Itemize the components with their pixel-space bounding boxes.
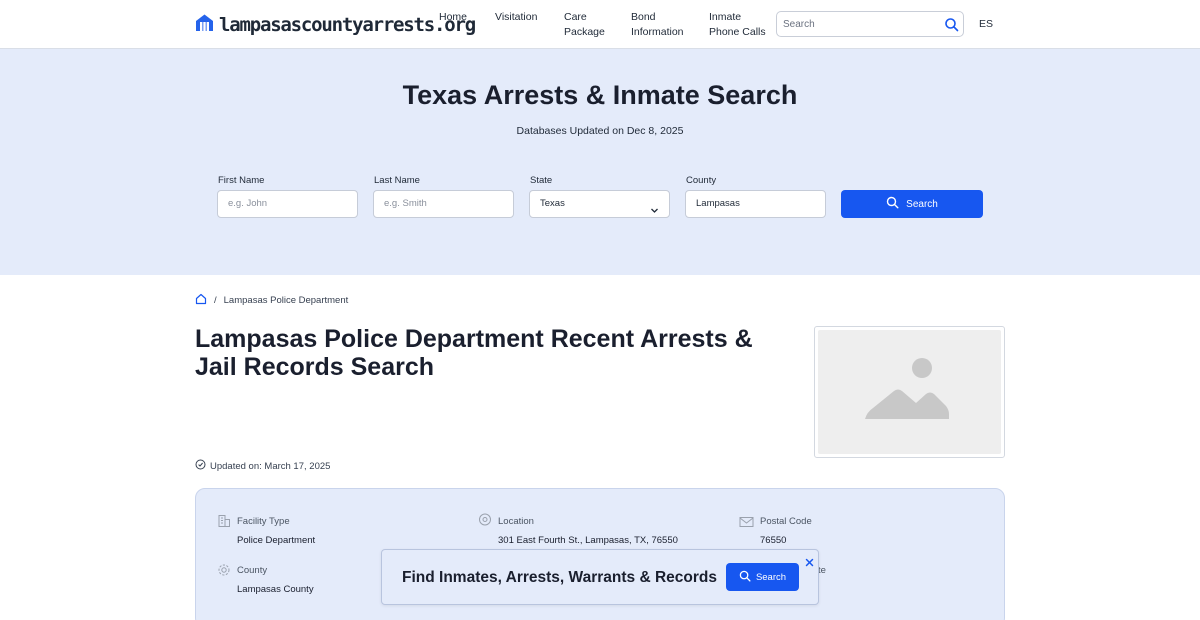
nav-phone-line2: Phone Calls (709, 25, 766, 38)
building-icon (217, 514, 231, 533)
breadcrumb-current: Lampasas Police Department (223, 295, 349, 306)
county-label: County (686, 175, 717, 186)
hero-subtitle: Databases Updated on Dec 8, 2025 (516, 125, 684, 137)
home-icon[interactable] (195, 293, 207, 308)
mail-icon (739, 515, 754, 533)
header-search (776, 11, 964, 37)
banner-search-button-label: Search (755, 571, 787, 583)
page-title: Lampasas Police Department Recent Arrest… (195, 325, 753, 381)
logo-text: lampasascountyarrests.org (219, 14, 476, 36)
nav-home[interactable]: Home (439, 10, 467, 25)
search-icon (886, 196, 899, 212)
nav-visitation-label: Visitation (495, 11, 538, 23)
county-info-label: County (237, 565, 268, 576)
facility-type-value: Police Department (237, 535, 316, 546)
hero-title: Texas Arrests & Inmate Search (402, 80, 798, 110)
search-promo-banner: Find Inmates, Arrests, Warrants & Record… (381, 549, 819, 605)
last-name-label: Last Name (374, 175, 420, 186)
postal-code-label: Postal Code (760, 516, 812, 527)
nav-visitation[interactable]: Visitation (495, 10, 537, 25)
state-select[interactable]: Texas (529, 190, 670, 218)
site-logo[interactable]: lampasascountyarrests.org (195, 13, 476, 37)
nav-bond-line1: Bond (631, 11, 656, 23)
breadcrumb: / Lampasas Police Department (195, 293, 348, 308)
county-input[interactable]: Lampasas (685, 190, 826, 218)
nav-care-package-line1: Care (564, 11, 587, 23)
site-header: lampasascountyarrests.org Home Visitatio… (0, 0, 1200, 49)
close-icon[interactable] (805, 554, 814, 572)
county-info-value: Lampasas County (237, 584, 314, 595)
search-icon (739, 570, 751, 585)
nav-care-package-line2: Package (564, 25, 605, 38)
banner-text: Find Inmates, Arrests, Warrants & Record… (402, 569, 717, 586)
first-name-input[interactable]: e.g. John (217, 190, 358, 218)
nav-care-package[interactable]: Care Package (564, 10, 605, 39)
logo-house-icon (195, 13, 214, 37)
header-search-input[interactable] (783, 17, 943, 32)
hero-search-button-label: Search (906, 198, 938, 210)
state-select-value: Texas (540, 198, 565, 209)
gear-icon (217, 563, 231, 582)
nav-home-label: Home (439, 11, 468, 23)
breadcrumb-separator: / (214, 295, 217, 306)
facility-type-label: Facility Type (237, 516, 290, 527)
nav-inmate-phone-calls[interactable]: Inmate Phone Calls (709, 10, 766, 39)
facility-image (814, 326, 1005, 458)
banner-search-button[interactable]: Search (726, 563, 799, 591)
clock-icon (195, 459, 206, 473)
language-switch[interactable]: ES (979, 18, 993, 30)
updated-date-text: Updated on: March 17, 2025 (210, 460, 331, 472)
first-name-label: First Name (218, 175, 265, 186)
hero-search-button[interactable]: Search (841, 190, 983, 218)
hero-search-section: Texas Arrests & Inmate Search Databases … (0, 49, 1200, 275)
last-name-input[interactable]: e.g. Smith (373, 190, 514, 218)
partial-label: te (818, 565, 826, 576)
search-icon[interactable] (944, 17, 959, 37)
nav-phone-line1: Inmate (709, 11, 742, 23)
location-value: 301 East Fourth St., Lampasas, TX, 76550 (498, 535, 678, 546)
nav-bond-line2: Information (631, 25, 684, 38)
state-label: State (530, 175, 553, 186)
chevron-down-icon (650, 200, 659, 226)
image-placeholder (818, 330, 1001, 454)
location-pin-icon (478, 513, 492, 532)
postal-code-value: 76550 (760, 535, 787, 546)
updated-date: Updated on: March 17, 2025 (195, 459, 330, 473)
nav-bond-information[interactable]: Bond Information (631, 10, 684, 39)
location-label: Location (498, 516, 534, 527)
